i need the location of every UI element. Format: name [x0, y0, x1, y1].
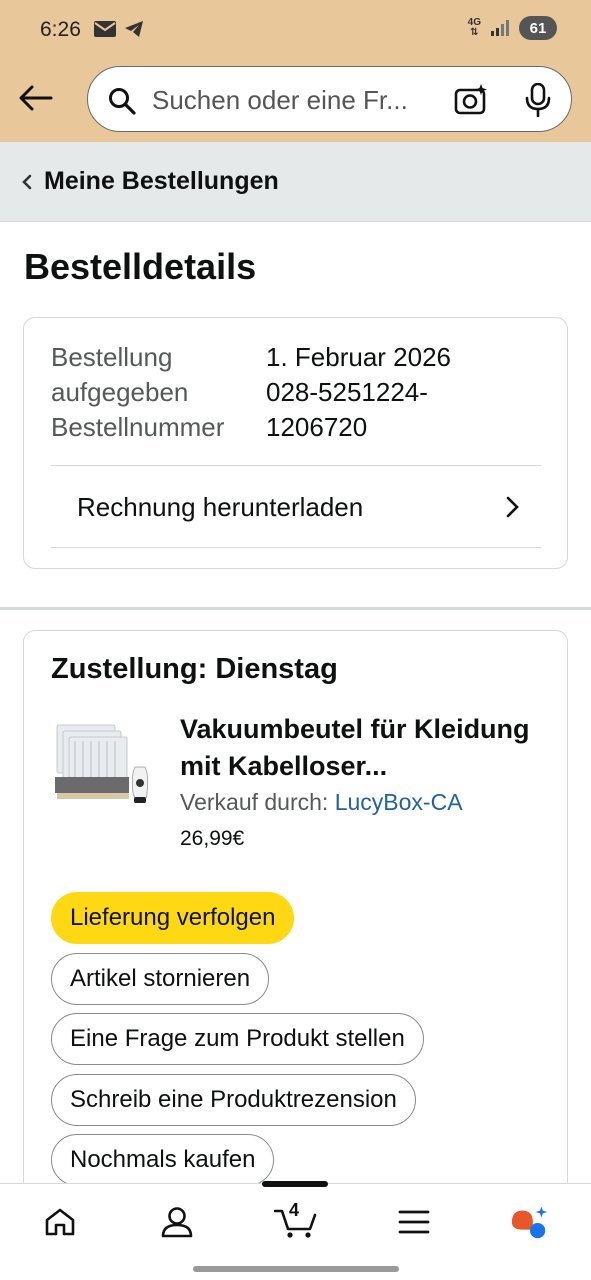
track-delivery-button[interactable]: Lieferung verfolgen — [51, 892, 295, 944]
delivery-heading: Zustellung: Dienstag — [51, 653, 338, 685]
seller-link[interactable]: LucyBox-CA — [335, 789, 463, 815]
product-title[interactable]: Vakuumbeutel für Kleidung mit Kabelloser… — [180, 711, 550, 785]
ai-assistant-icon — [511, 1206, 548, 1239]
active-tab-indicator — [262, 1181, 328, 1187]
gesture-bar — [193, 1266, 399, 1272]
product-price: 26,99€ — [180, 827, 245, 850]
cart-count-badge: 4 — [289, 1200, 300, 1220]
order-info-card: Bestellung aufgegeben Bestellnummer 1. F… — [23, 317, 568, 569]
system-icons: 4G ⇅ 61 — [468, 16, 557, 40]
notification-icons — [94, 20, 144, 38]
delivery-card: Zustellung: Dienstag Vakuumbeutel für Kl… — [23, 630, 568, 1230]
seller-info: Verkauf durch: LucyBox-CA — [180, 789, 463, 816]
order-number-label: Bestellnummer — [51, 412, 225, 442]
battery-indicator: 61 — [519, 16, 557, 40]
telegram-icon — [125, 21, 143, 37]
search-bar[interactable] — [87, 66, 572, 132]
status-bar: 6:26 4G ⇅ 61 — [0, 0, 591, 60]
chevron-left-icon — [22, 174, 32, 189]
divider — [51, 547, 541, 548]
app-header: 6:26 4G ⇅ 61 — [0, 0, 591, 142]
product-image[interactable] — [51, 717, 151, 817]
arrow-left-icon — [19, 85, 53, 111]
nav-menu[interactable] — [394, 1202, 434, 1242]
microphone-icon[interactable] — [524, 83, 552, 117]
breadcrumb-label: Meine Bestellungen — [44, 167, 279, 195]
bottom-nav: 4 — [0, 1181, 591, 1280]
ask-question-button[interactable]: Eine Frage zum Produkt stellen — [51, 1013, 424, 1065]
section-divider — [0, 607, 591, 610]
cancel-item-button[interactable]: Artikel stornieren — [51, 953, 270, 1005]
download-invoice-label: Rechnung herunterladen — [77, 491, 364, 522]
signal-icon — [491, 20, 509, 36]
nav-account[interactable] — [157, 1202, 197, 1242]
nav-cart[interactable]: 4 — [273, 1200, 319, 1242]
seller-prefix: Verkauf durch: — [180, 789, 335, 815]
download-invoice-row[interactable]: Rechnung herunterladen — [51, 466, 541, 548]
mail-icon — [94, 21, 116, 37]
order-number-value: 028-5251224-1206720 — [266, 377, 428, 442]
home-icon — [45, 1208, 75, 1236]
page-title: Bestelldetails — [24, 246, 257, 287]
buy-again-button[interactable]: Nochmals kaufen — [51, 1134, 275, 1186]
menu-icon — [398, 1210, 430, 1234]
order-info-values: 1. Februar 2026 028-5251224-1206720 — [266, 340, 506, 445]
chevron-right-icon — [506, 496, 519, 518]
back-button[interactable] — [16, 78, 56, 118]
user-icon — [161, 1207, 193, 1238]
write-review-button[interactable]: Schreib eine Produktrezension — [51, 1074, 416, 1126]
search-input[interactable] — [152, 81, 437, 119]
nav-home[interactable] — [40, 1202, 80, 1242]
order-placed-label: Bestellung aufgegeben — [51, 342, 189, 407]
breadcrumb[interactable]: Meine Bestellungen — [0, 142, 591, 222]
order-placed-value: 1. Februar 2026 — [266, 342, 452, 372]
order-info-labels: Bestellung aufgegeben Bestellnummer — [51, 340, 261, 445]
search-icon — [109, 88, 136, 115]
nav-rufus[interactable] — [510, 1202, 550, 1242]
status-time: 6:26 — [40, 18, 81, 41]
camera-lens-icon[interactable] — [454, 84, 488, 116]
network-type: 4G ⇅ — [467, 17, 481, 38]
